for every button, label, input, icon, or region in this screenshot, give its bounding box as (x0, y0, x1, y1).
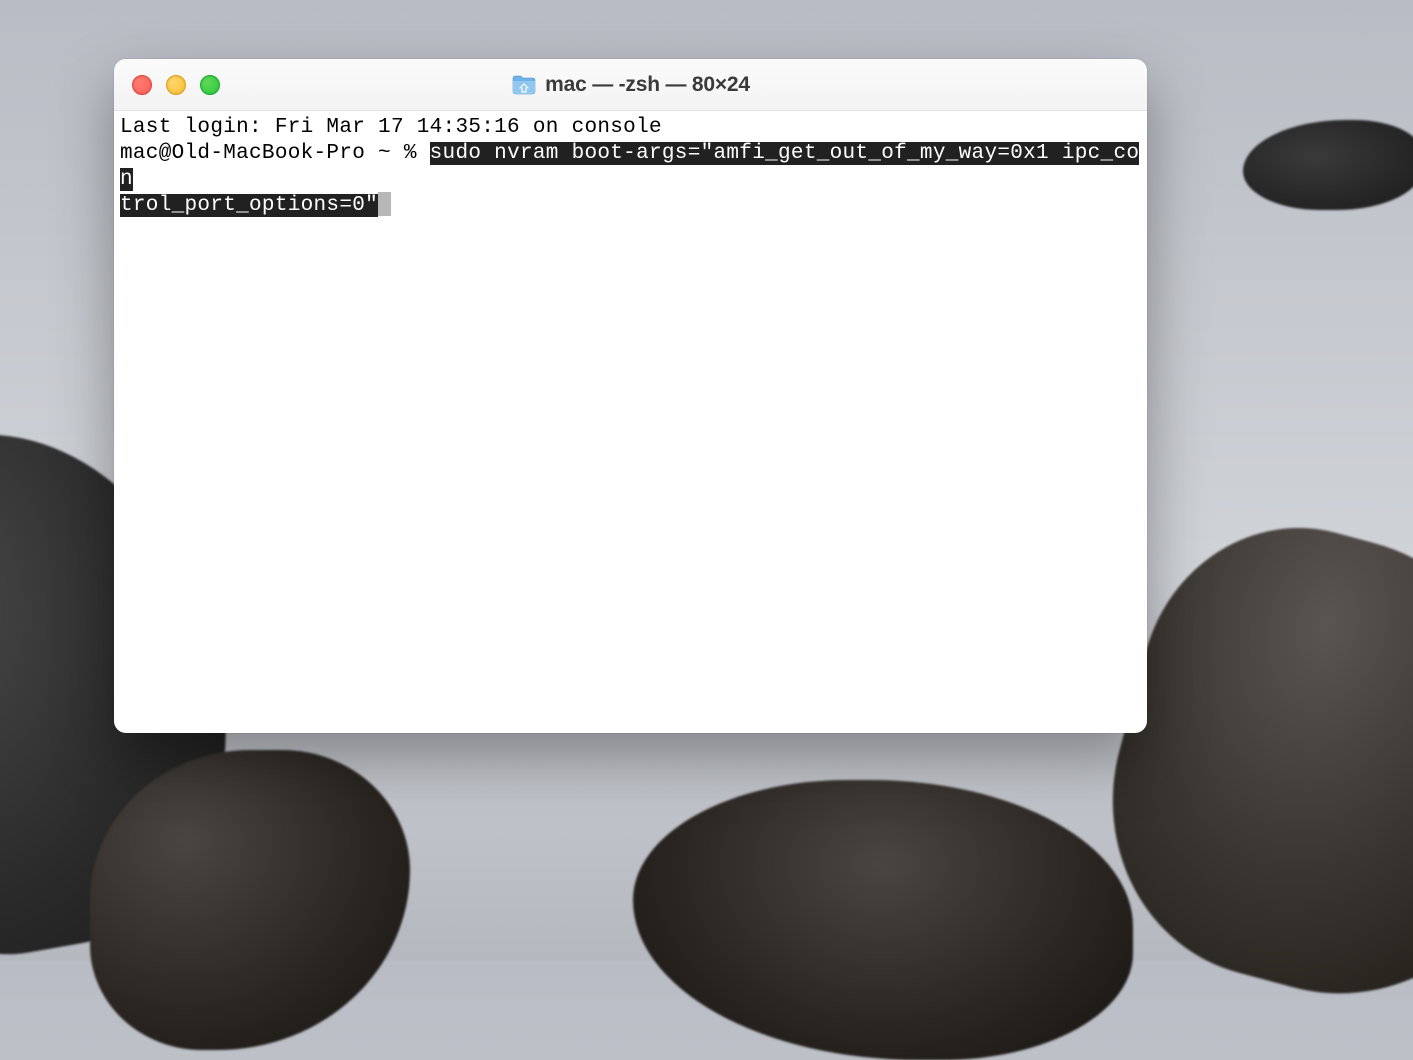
shell-prompt: mac@Old-MacBook-Pro ~ % (120, 142, 430, 165)
home-folder-icon (511, 74, 537, 96)
desktop-background-rock (633, 780, 1133, 1060)
desktop-background-rock (1243, 120, 1413, 210)
minimize-button[interactable] (166, 75, 186, 95)
window-title: mac — -zsh — 80×24 (545, 73, 750, 97)
close-button[interactable] (132, 75, 152, 95)
desktop-background-rock (90, 750, 410, 1050)
zoom-button[interactable] (200, 75, 220, 95)
text-cursor (378, 192, 391, 216)
last-login-line: Last login: Fri Mar 17 14:35:16 on conso… (120, 115, 1141, 141)
terminal-body[interactable]: Last login: Fri Mar 17 14:35:16 on conso… (114, 111, 1147, 733)
command-selected-text[interactable]: trol_port_options=0" (120, 194, 378, 217)
titlebar[interactable]: mac — -zsh — 80×24 (114, 59, 1147, 111)
traffic-lights (114, 75, 220, 95)
terminal-window[interactable]: mac — -zsh — 80×24 Last login: Fri Mar 1… (114, 59, 1147, 733)
title-area: mac — -zsh — 80×24 (114, 73, 1147, 97)
